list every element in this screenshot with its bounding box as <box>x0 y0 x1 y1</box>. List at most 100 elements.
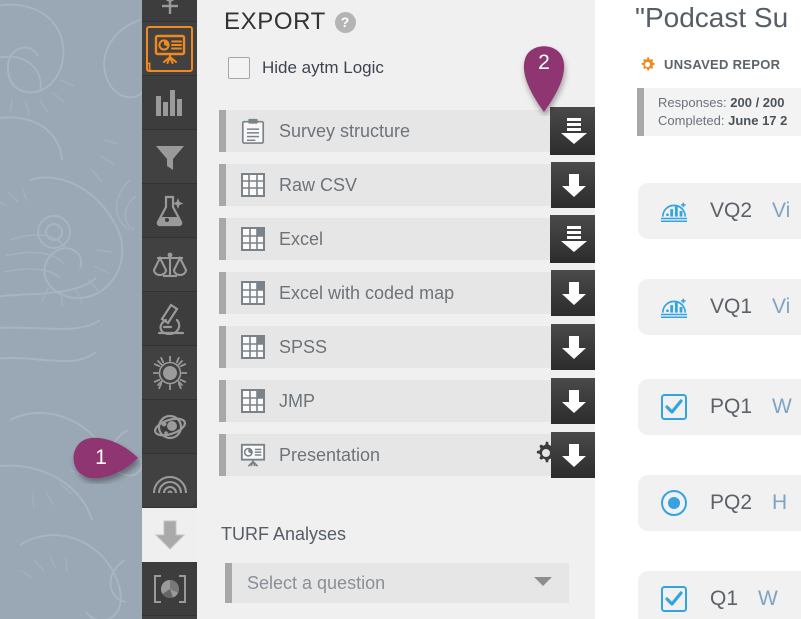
pie-chart-bracket-icon <box>153 574 186 603</box>
download-arrow-icon <box>562 390 586 413</box>
rail-badge-count: 1 <box>146 60 153 74</box>
row-accent-bar <box>219 326 226 368</box>
question-code: PQ1 <box>710 395 753 418</box>
hide-logic-checkbox[interactable] <box>228 57 250 79</box>
grid-icon <box>241 335 265 359</box>
download-arrow-icon <box>562 282 586 305</box>
funnel-icon <box>155 145 184 170</box>
rail-item-sun[interactable] <box>142 346 197 400</box>
download-button-raw-csv[interactable] <box>551 162 597 208</box>
turf-select-value: Select a question <box>247 572 386 593</box>
rail-item-bar-chart[interactable] <box>142 76 197 130</box>
row-accent-bar <box>219 218 226 260</box>
row-accent-bar <box>219 272 226 314</box>
meta-value: June 17 2 <box>728 113 788 128</box>
scales-icon <box>152 252 187 277</box>
gear-icon <box>641 56 655 71</box>
rail-item-flask[interactable] <box>142 184 197 238</box>
download-arrow-icon <box>562 174 586 197</box>
question-code: Q1 <box>710 587 739 610</box>
grid-icon <box>241 173 265 197</box>
export-row-survey-structure[interactable]: Survey structure <box>219 107 598 155</box>
page-title: "Podcast Su <box>635 2 789 33</box>
download-button-presentation[interactable] <box>551 432 597 478</box>
row-accent-bar <box>219 380 226 422</box>
bar-chart-icon <box>155 89 182 116</box>
download-stacked-icon <box>561 118 587 144</box>
export-row-jmp[interactable]: JMP <box>219 378 597 424</box>
export-row-presentation[interactable]: Presentation <box>219 432 597 478</box>
decorative-paisley-background <box>0 0 145 619</box>
callout-marker-2-label: 2 <box>538 51 550 74</box>
export-row-label: Raw CSV <box>279 174 358 195</box>
hide-logic-row[interactable]: Hide aytm Logic <box>228 57 384 79</box>
download-arrow-icon <box>562 336 586 359</box>
meta-row-completed: Completed: June 17 2 <box>658 113 787 128</box>
rainbow-icon <box>152 475 187 493</box>
question-text: Vi <box>772 199 791 222</box>
turf-question-select[interactable]: Select a question <box>225 563 569 603</box>
download-icon <box>154 520 185 550</box>
export-row-excel-coded-map[interactable]: Excel with coded map <box>219 270 597 316</box>
video-chart-icon <box>660 298 688 319</box>
export-row-spss[interactable]: SPSS <box>219 324 597 370</box>
chevron-down-icon[interactable] <box>533 574 553 592</box>
grid-icon <box>241 281 265 305</box>
export-row-label: Excel with coded map <box>279 282 455 303</box>
download-arrow-icon <box>562 444 586 467</box>
question-row-pq2[interactable]: PQ2 H <box>638 475 801 531</box>
flask-icon <box>156 195 183 226</box>
selected-outline <box>146 26 193 72</box>
rail-item-download[interactable] <box>142 508 197 562</box>
rail-item-pie-chart[interactable] <box>142 562 197 616</box>
download-button-spss[interactable] <box>551 324 597 370</box>
export-row-label: Excel <box>279 228 324 249</box>
export-row-excel[interactable]: Excel <box>219 215 598 263</box>
meta-value: 200 / 200 <box>730 95 785 110</box>
rail-item-rainbow[interactable] <box>142 454 197 508</box>
status-badge: UNSAVED REPOR <box>639 56 780 73</box>
meta-label: Responses: <box>658 95 727 110</box>
app-root: 1 EXPORT ? Hide aytm Logic Survey struct… <box>0 0 801 619</box>
download-button-jmp[interactable] <box>551 378 597 424</box>
download-button-excel[interactable] <box>550 215 598 263</box>
sun-icon <box>152 355 187 390</box>
checkbox-icon <box>661 394 687 420</box>
rail-item-scales[interactable] <box>142 238 197 292</box>
download-button-excel-coded-map[interactable] <box>551 270 597 316</box>
row-accent-bar <box>219 110 226 152</box>
export-row-raw-csv[interactable]: Raw CSV <box>219 162 597 208</box>
microscope-icon <box>157 302 184 335</box>
checkbox-icon <box>661 586 687 612</box>
question-row-vq1[interactable]: VQ1 Vi <box>638 279 801 335</box>
hide-logic-label: Hide aytm Logic <box>262 58 384 77</box>
help-icon[interactable]: ? <box>334 11 356 33</box>
rail-item-microscope[interactable] <box>142 292 197 346</box>
panel-title: EXPORT ? <box>224 8 356 36</box>
download-stacked-icon <box>561 226 587 252</box>
question-row-vq2[interactable]: VQ2 Vi <box>638 183 801 239</box>
report-meta-card: Responses: 200 / 200 Completed: June 17 … <box>637 88 801 136</box>
rail-item-funnel[interactable] <box>142 130 197 184</box>
question-text: W <box>758 587 778 610</box>
meta-label: Completed: <box>658 113 725 128</box>
question-code: PQ2 <box>710 491 753 514</box>
grid-icon <box>241 227 265 251</box>
rail-item-presentation[interactable]: 1 <box>142 22 197 76</box>
rail-item-planet[interactable] <box>142 400 197 454</box>
clipboard-icon <box>241 118 265 144</box>
question-text: H <box>772 491 788 514</box>
callout-marker-1: 1 <box>68 432 143 484</box>
tool-rail: 1 <box>142 0 197 619</box>
question-code: VQ1 <box>710 295 753 318</box>
export-row-label: JMP <box>279 390 315 411</box>
planet-icon <box>153 414 186 439</box>
row-accent-bar <box>219 434 226 476</box>
rail-item-upload-node[interactable] <box>142 0 197 22</box>
question-text: W <box>772 395 792 418</box>
video-chart-icon <box>660 202 688 223</box>
question-row-q1[interactable]: Q1 W <box>638 571 801 619</box>
turf-section-title: TURF Analyses <box>221 524 347 544</box>
presentation-icon <box>240 443 266 467</box>
question-row-pq1[interactable]: PQ1 W <box>638 379 801 435</box>
